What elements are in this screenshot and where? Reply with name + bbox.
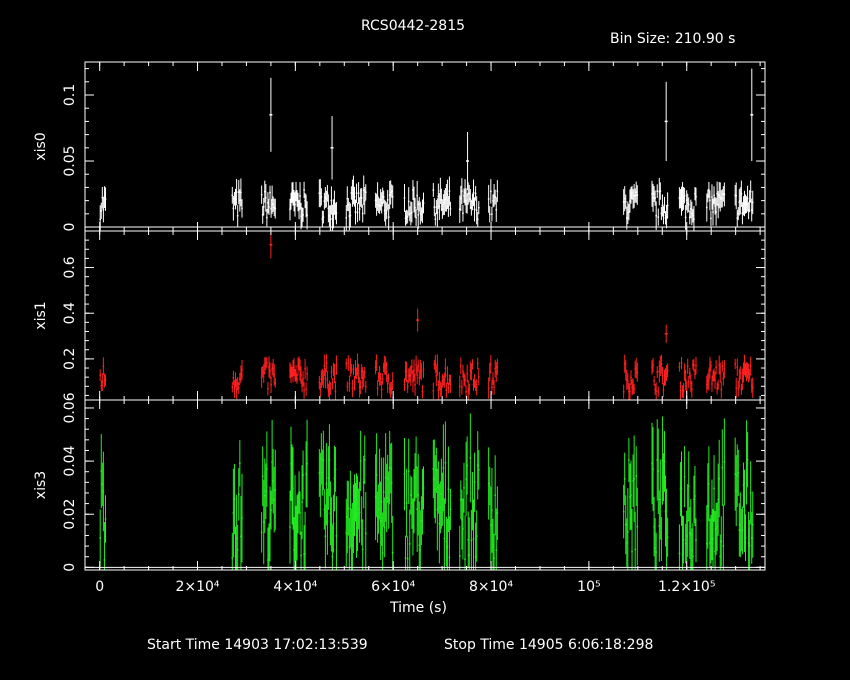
x-tick-label: 6×10⁴ (371, 579, 415, 595)
xis3-y-axis-label: xis3 (33, 471, 49, 499)
stop-time: Stop Time 14905 6:06:18:298 (444, 637, 654, 653)
xis3-y-tick-label: 0.02 (62, 499, 78, 530)
xis0-y-tick-label: 0.05 (62, 145, 78, 176)
xis0-y-tick-label: 0.1 (62, 84, 78, 106)
xis3-y-tick-label: 0 (62, 563, 78, 572)
xis1-y-tick-label: 0.6 (62, 256, 78, 278)
xis1-panel-frame (84, 230, 766, 401)
chart-title: RCS0442-2815 (361, 18, 466, 34)
xis1-y-tick-label: 0.2 (62, 348, 78, 370)
xis0-y-tick-label: 0 (62, 223, 78, 232)
x-tick-label: 4×10⁴ (273, 579, 317, 595)
bin-size-label: Bin Size: 210.90 s (610, 31, 736, 47)
x-tick-label: 10⁵ (577, 579, 600, 595)
xis0-y-axis-label: xis0 (33, 132, 49, 160)
x-axis-label: Time (s) (390, 600, 447, 616)
start-time: Start Time 14903 17:02:13:539 (147, 637, 368, 653)
xis3-y-tick-label: 0.04 (62, 445, 78, 476)
light-curve-plot: 0 0.05 0.1 xis0 0.2 0.4 0.6 xis1 0 0.02 0.04 0.06 xi… (33, 61, 766, 595)
x-tick-label: 2×10⁴ (175, 579, 219, 595)
xis1-y-tick-label: 0.4 (62, 302, 78, 324)
xis3-y-tick-label: 0.06 (62, 392, 78, 423)
xis1-y-axis-label: xis1 (33, 301, 49, 329)
x-tick-label: 8×10⁴ (469, 579, 513, 595)
x-tick-label: 1.2×10⁵ (658, 579, 715, 595)
x-tick-label: 0 (95, 579, 104, 595)
